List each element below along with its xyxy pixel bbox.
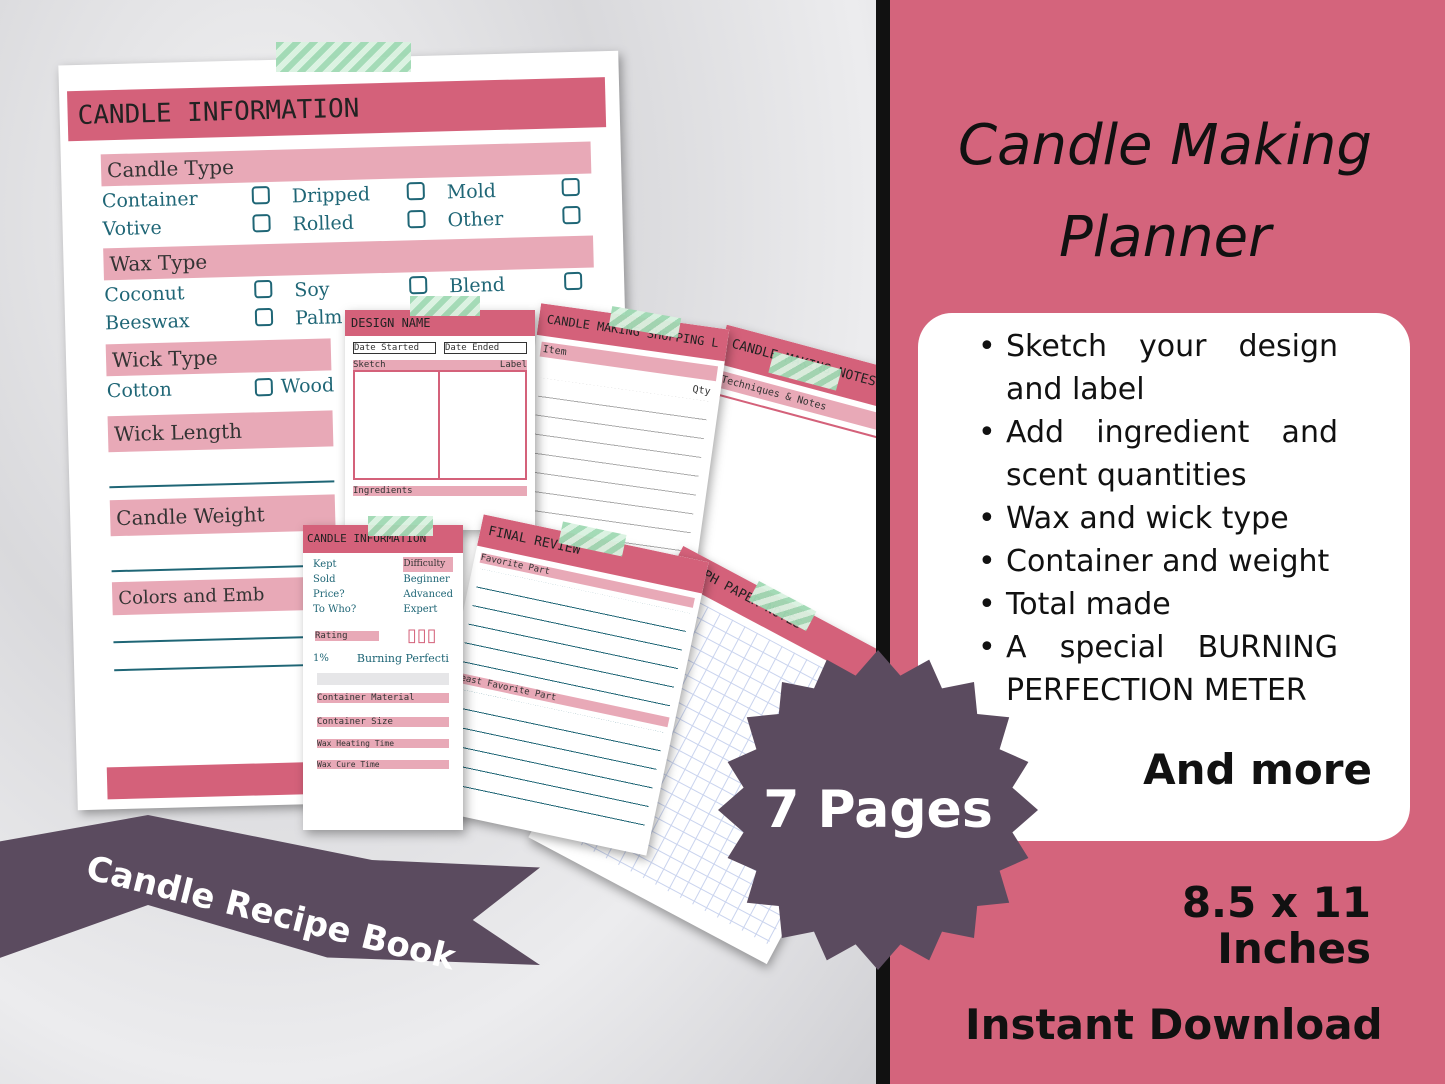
feature-item: Total made — [978, 583, 1338, 626]
level-advanced: Advanced — [403, 589, 453, 600]
difficulty-label: Difficulty — [403, 557, 453, 572]
wax-heating-label: Wax Heating Time — [317, 739, 449, 748]
sketch-label-row: Sketch Label — [353, 360, 527, 370]
kept-label: Kept — [313, 559, 337, 570]
wick-type-label: Wick Type — [105, 338, 332, 377]
size-text: 8.5 x 11 Inches — [1182, 880, 1371, 972]
rating-label: Rating — [315, 630, 379, 641]
level-beginner: Beginner — [403, 574, 450, 585]
checkbox[interactable] — [252, 213, 271, 233]
option-label: Wood — [280, 374, 335, 398]
washi-tape — [276, 42, 411, 72]
wick-length-label: Wick Length — [107, 410, 334, 453]
design-name-page: DESIGN NAME Date Started Date Ended Sket… — [345, 310, 535, 530]
product-mockup-area: CANDLE INFORMATION Candle Type Container… — [0, 0, 878, 1084]
instant-download-text: Instant Download — [965, 1000, 1383, 1049]
option-label: Votive — [102, 216, 163, 241]
sold-label: Sold — [313, 574, 336, 585]
option-label: Mold — [446, 180, 497, 204]
candle-type-options: Container Dripped Mold Votive Rolled Oth… — [101, 177, 593, 241]
option-label: Beeswax — [104, 310, 190, 335]
checkbox[interactable] — [561, 177, 580, 197]
option-label: Rolled — [292, 211, 355, 236]
size-line-2: Inches — [1217, 924, 1371, 973]
checkbox[interactable] — [406, 181, 425, 201]
price-label: Price? — [313, 589, 345, 600]
feature-list: Sketch your design and label Add ingredi… — [978, 325, 1338, 712]
level-expert: Expert — [403, 604, 438, 615]
feature-item: Add ingredient and scent quantities — [978, 411, 1338, 497]
date-row: Date Started Date Ended — [353, 342, 527, 354]
wax-cure-label: Wax Cure Time — [317, 760, 449, 769]
checkbox[interactable] — [562, 205, 581, 225]
option-label: Other — [447, 207, 504, 232]
option-label: Dripped — [291, 183, 371, 208]
wick-length-line — [108, 446, 335, 489]
title-line-2: Planner — [1058, 205, 1272, 270]
checkbox[interactable] — [254, 377, 274, 397]
feature-item: A special BURNING PERFECTION METER — [978, 626, 1338, 712]
feature-item: Sketch your design and label — [978, 325, 1338, 411]
washi-tape — [368, 516, 433, 536]
candle-rating-icons: ▯▯▯ — [407, 625, 437, 646]
label-label: Label — [499, 360, 527, 370]
title-line-1: Candle Making — [958, 113, 1372, 178]
sketch-box — [353, 370, 527, 480]
product-title: Candle Making Planner — [950, 100, 1380, 284]
candle-info-page: CANDLE INFORMATION Kept Sold Price? To W… — [303, 525, 463, 830]
container-material-label: Container Material — [317, 693, 449, 703]
checkbox[interactable] — [407, 209, 426, 229]
option-label: Blend — [448, 273, 506, 298]
washi-tape — [410, 296, 480, 316]
checkbox[interactable] — [254, 307, 274, 327]
option-label: Cotton — [106, 378, 173, 403]
percent-label: 1% — [313, 653, 329, 664]
checkbox[interactable] — [563, 271, 583, 291]
burning-perfection-meter — [317, 673, 449, 685]
feature-item: Wax and wick type — [978, 497, 1338, 540]
to-who-label: To Who? — [313, 604, 357, 615]
container-size-label: Container Size — [317, 717, 449, 727]
checkbox[interactable] — [251, 185, 271, 205]
option-label: Soy — [294, 278, 330, 302]
checkbox[interactable] — [254, 279, 273, 299]
option-label: Container — [101, 187, 199, 213]
option-label: Coconut — [104, 282, 185, 307]
date-started-field[interactable]: Date Started — [353, 342, 436, 354]
sketch-label: Sketch — [353, 360, 386, 370]
burning-perfection-label: Burning Perfecti — [356, 652, 449, 665]
ingredients-label: Ingredients — [353, 486, 527, 496]
date-ended-field[interactable]: Date Ended — [444, 342, 527, 354]
checkbox[interactable] — [408, 275, 428, 295]
and-more-text: And more — [1143, 745, 1372, 794]
size-line-1: 8.5 x 11 — [1181, 878, 1371, 927]
feature-item: Container and weight — [978, 540, 1338, 583]
info-grid: Kept Sold Price? To Who? Difficulty Begi… — [303, 553, 463, 621]
candle-weight-label: Candle Weight — [109, 494, 336, 537]
